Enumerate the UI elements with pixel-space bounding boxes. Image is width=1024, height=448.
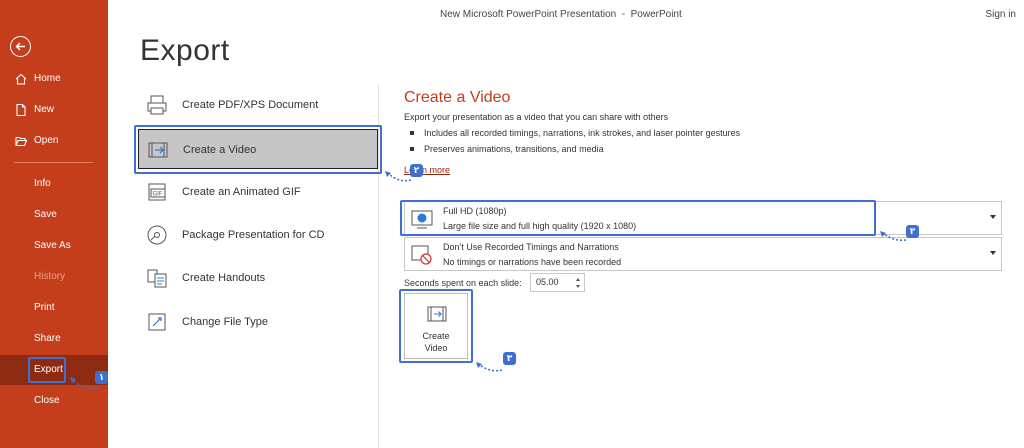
sidebar-item-save[interactable]: Save — [0, 201, 108, 229]
sidebar-item-label: Export — [34, 364, 63, 375]
sidebar-item-label: Save — [34, 209, 57, 220]
sidebar-item-label: Print — [34, 302, 55, 313]
sidebar-item-label: Save As — [34, 240, 71, 251]
option-change-file-type[interactable]: Change File Type — [138, 302, 378, 342]
pdf-document-icon — [147, 95, 167, 115]
window-title: New Microsoft PowerPoint Presentation - … — [440, 9, 682, 20]
sidebar-item-label: Close — [34, 395, 60, 406]
sidebar-item-new[interactable]: New — [0, 96, 108, 124]
page-title: Export — [140, 34, 230, 67]
back-arrow-icon — [15, 42, 25, 51]
sidebar-item-label: Open — [34, 135, 59, 146]
timings-title: Don't Use Recorded Timings and Narration… — [443, 242, 619, 252]
chevron-down-icon — [990, 251, 996, 255]
monitor-quality-icon — [411, 210, 433, 229]
step-badge-2: ۲ — [410, 164, 423, 177]
sidebar-item-label: History — [34, 271, 66, 282]
option-package-cd[interactable]: Package Presentation for CD — [138, 215, 378, 255]
timings-subtitle: No timings or narrations have been recor… — [443, 257, 622, 267]
svg-text:GIF: GIF — [153, 191, 163, 198]
handouts-icon — [147, 269, 167, 288]
folder-open-icon — [15, 136, 27, 147]
option-create-handouts[interactable]: Create Handouts — [138, 258, 378, 298]
step-badge-3: ۳ — [906, 225, 919, 238]
step-badge-1: ۱ — [95, 371, 108, 384]
sidebar-item-label: Share — [34, 333, 61, 344]
seconds-stepper[interactable]: 05.00 — [530, 273, 585, 292]
option-label: Create a Video — [183, 144, 257, 156]
option-create-pdf-xps[interactable]: Create PDF/XPS Document — [138, 85, 378, 125]
stepper-up-icon[interactable] — [576, 278, 580, 281]
create-video-label-line1: Create — [422, 331, 450, 341]
seconds-label: Seconds spent on each slide: — [404, 278, 522, 288]
stepper-down-icon[interactable] — [576, 285, 580, 288]
panel-divider — [378, 84, 379, 448]
create-video-button[interactable]: Create Video — [404, 293, 468, 359]
option-label: Change File Type — [182, 316, 269, 328]
sidebar-item-label: Home — [34, 73, 61, 84]
sidebar-divider — [14, 162, 93, 163]
video-film-icon — [148, 142, 168, 158]
sign-in-link[interactable]: Sign in — [985, 9, 1016, 20]
no-timings-icon — [411, 245, 432, 265]
panel-title: Create a Video — [404, 89, 511, 106]
create-video-label: Create Video — [405, 330, 467, 354]
sidebar-item-save-as[interactable]: Save As — [0, 232, 108, 260]
option-create-gif[interactable]: GIF Create an Animated GIF — [138, 172, 378, 212]
gif-icon: GIF — [148, 183, 166, 201]
timings-dropdown[interactable]: Don't Use Recorded Timings and Narration… — [404, 237, 1002, 271]
annotation-arrow-icon — [385, 171, 412, 182]
quality-title: Full HD (1080p) — [443, 206, 507, 216]
option-label: Create an Animated GIF — [182, 186, 301, 198]
step-badge-4: ۳ — [503, 352, 516, 365]
sidebar-item-open[interactable]: Open — [0, 127, 108, 155]
sidebar-item-label: New — [34, 104, 55, 115]
cd-disc-icon — [147, 225, 167, 245]
panel-description: Export your presentation as a video that… — [404, 112, 669, 122]
home-icon — [15, 73, 27, 85]
seconds-value: 05.00 — [536, 277, 559, 287]
panel-bullet: Includes all recorded timings, narration… — [410, 128, 740, 138]
new-file-icon — [16, 103, 26, 117]
sidebar-item-share[interactable]: Share — [0, 325, 108, 353]
option-label: Create PDF/XPS Document — [182, 99, 319, 111]
option-label: Package Presentation for CD — [182, 229, 325, 241]
sidebar-item-label: Info — [34, 178, 51, 189]
option-create-video[interactable]: Create a Video — [138, 129, 378, 169]
panel-bullet: Preserves animations, transitions, and m… — [410, 144, 604, 154]
back-button[interactable] — [10, 36, 31, 57]
annotation-arrow-icon — [880, 231, 907, 242]
sidebar-item-home[interactable]: Home — [0, 65, 108, 93]
sidebar-item-history: History — [0, 263, 108, 291]
change-file-type-icon — [148, 313, 166, 331]
option-label: Create Handouts — [182, 272, 266, 284]
sidebar-item-print[interactable]: Print — [0, 294, 108, 322]
quality-subtitle: Large file size and full high quality (1… — [443, 221, 637, 231]
video-film-icon — [427, 306, 447, 322]
sidebar-item-info[interactable]: Info — [0, 170, 108, 198]
create-video-label-line2: Video — [424, 343, 448, 353]
annotation-arrow-icon — [476, 362, 503, 372]
chevron-down-icon — [990, 215, 996, 219]
